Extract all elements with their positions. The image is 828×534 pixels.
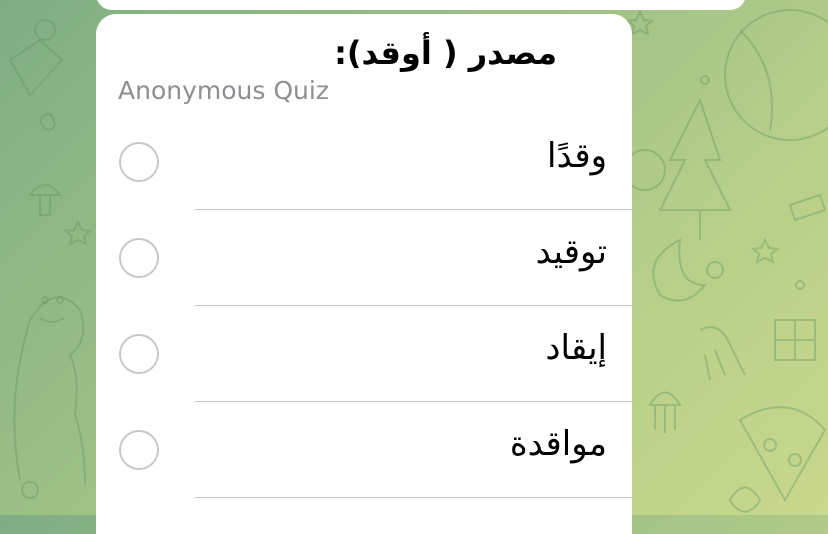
pizza-doodle-icon [738, 406, 827, 503]
previous-message-bubble [96, 0, 746, 10]
poll-option-2[interactable]: توقيد [96, 210, 632, 306]
poll-question: مصدر ( أوقد): [334, 34, 557, 72]
poll-option-text: مواقدة [509, 424, 607, 464]
telescope-doodle-icon [788, 193, 827, 222]
squid-doodle-icon [699, 326, 746, 381]
jellyfish-doodle-icon [648, 391, 682, 433]
radio-button-empty-icon[interactable] [119, 238, 159, 278]
star-doodle-icon [750, 237, 780, 264]
quiz-type-label: Anonymous Quiz [118, 76, 329, 105]
leaf-doodle-icon [38, 112, 57, 131]
moon-doodle-icon [652, 238, 708, 302]
circle-doodle-icon [21, 481, 39, 499]
poll-option-text: إيقاد [545, 328, 607, 368]
poll-option-1[interactable]: وقدًا [96, 114, 632, 210]
bulb-doodle-icon [728, 486, 762, 514]
radio-button-empty-icon[interactable] [119, 142, 159, 182]
radio-button-empty-icon[interactable] [119, 334, 159, 374]
poll-option-4[interactable]: مواقدة [96, 402, 632, 498]
star-doodle-icon [63, 219, 93, 246]
dinosaur-doodle-icon [13, 296, 86, 486]
poll-option-text: توقيد [535, 232, 607, 272]
poll-option-3[interactable]: إيقاد [96, 306, 632, 402]
tree-doodle-icon [658, 97, 732, 240]
gift-doodle-icon [774, 319, 816, 361]
quiz-message-bubble: مصدر ( أوقد): Anonymous Quiz وقدًا توقيد… [96, 14, 632, 534]
mushroom-doodle-icon [27, 184, 63, 216]
option-divider [195, 497, 632, 498]
radio-button-empty-icon[interactable] [119, 430, 159, 470]
cake-doodle-icon [8, 19, 64, 97]
ball-doodle-icon [724, 9, 828, 141]
poll-option-text: وقدًا [547, 136, 607, 176]
